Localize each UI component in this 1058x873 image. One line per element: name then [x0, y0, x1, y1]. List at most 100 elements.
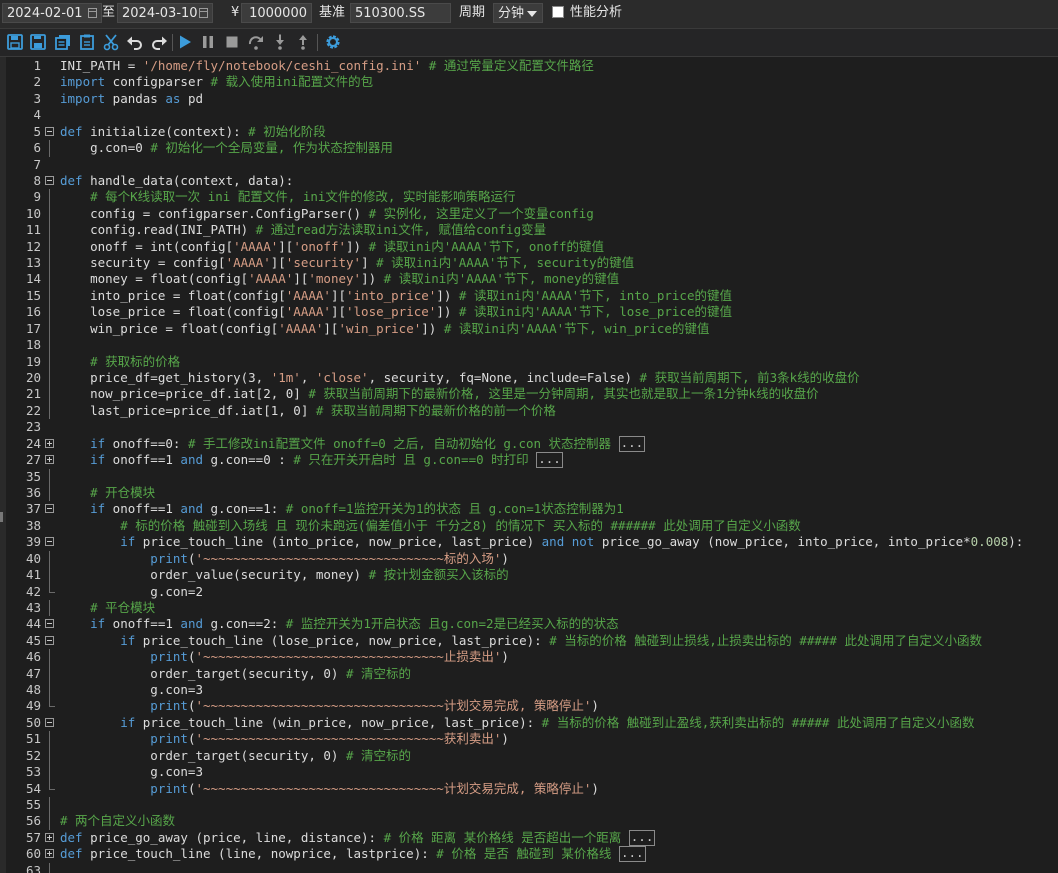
- code-line[interactable]: 7: [0, 157, 1058, 173]
- save-icon[interactable]: [6, 33, 24, 51]
- code-line[interactable]: 6 g.con=0 # 初始化一个全局变量, 作为状态控制器用: [0, 140, 1058, 157]
- calendar-icon[interactable]: [199, 8, 208, 18]
- collapse-icon[interactable]: [45, 619, 54, 629]
- code-token: # 获取当前周期下的最新价格, 这里是一分钟周期, 其实也就是取上一条1分钟k线…: [308, 386, 819, 402]
- code-text: if onoff==1 and g.con==0 : # 只在开关开启时 且 g…: [60, 452, 563, 469]
- undo-icon[interactable]: [126, 33, 144, 51]
- folded-region-marker[interactable]: ...: [618, 846, 646, 863]
- code-line[interactable]: 45 if price_touch_line (lose_price, now_…: [0, 633, 1058, 649]
- code-line[interactable]: 9 # 每个K线读取一次 ini 配置文件, ini文件的修改, 实时能影响策略…: [0, 189, 1058, 206]
- code-line[interactable]: 18: [0, 337, 1058, 354]
- calendar-icon[interactable]: [88, 8, 97, 18]
- code-line[interactable]: 63: [0, 862, 1058, 873]
- code-line[interactable]: 22 last_price=price_df.iat[1, 0] # 获取当前周…: [0, 402, 1058, 420]
- code-line[interactable]: 13 security = config['AAAA']['security']…: [0, 255, 1058, 272]
- code-line[interactable]: 20 price_df=get_history(3, '1m', 'close'…: [0, 370, 1058, 387]
- perf-analysis-checkbox[interactable]: [552, 6, 564, 18]
- code-line[interactable]: 35: [0, 468, 1058, 485]
- benchmark-input[interactable]: 510300.SS: [350, 3, 451, 23]
- code-line[interactable]: 10 config = configparser.ConfigParser() …: [0, 205, 1058, 223]
- end-date-input[interactable]: 2024-03-10: [117, 3, 213, 23]
- code-line[interactable]: 42 g.con=2: [0, 583, 1058, 600]
- code-line[interactable]: 41 order_value(security, money) # 按计划金额买…: [0, 567, 1058, 584]
- code-line[interactable]: 16 lose_price = float(config['AAAA']['lo…: [0, 304, 1058, 321]
- line-number: 3: [33, 90, 41, 106]
- code-line[interactable]: 15 into_price = float(config['AAAA']['in…: [0, 287, 1058, 305]
- capital-input[interactable]: 1000000: [241, 3, 312, 23]
- code-line[interactable]: 46 print('~~~~~~~~~~~~~~~~~~~~~~~~~~~~~~…: [0, 649, 1058, 666]
- code-line[interactable]: 5 def initialize(context): # 初始化阶段: [0, 124, 1058, 140]
- code-line[interactable]: 8 def handle_data(context, data):: [0, 173, 1058, 189]
- code-line[interactable]: 43 # 平仓模块: [0, 599, 1058, 617]
- code-token: as: [165, 90, 181, 106]
- code-line[interactable]: 51 print('~~~~~~~~~~~~~~~~~~~~~~~~~~~~~~…: [0, 731, 1058, 748]
- code-token: # 获取当前周期下, 前3条k线的收盘价: [639, 370, 860, 386]
- code-line[interactable]: 39 if price_touch_line (into_price, now_…: [0, 534, 1058, 550]
- expand-icon[interactable]: [45, 438, 54, 448]
- code-line[interactable]: 44 if onoff==1 and g.con==2: # 监控开关为1开启状…: [0, 616, 1058, 632]
- expand-icon[interactable]: [45, 832, 54, 842]
- code-line[interactable]: 60 def price_touch_line (line, nowprice, …: [0, 846, 1058, 863]
- code-line[interactable]: 1 INI_PATH = '/home/fly/notebook/ceshi_co…: [0, 58, 1058, 74]
- code-line[interactable]: 52 order_target(security, 0) # 清空标的: [0, 747, 1058, 765]
- save-as-icon[interactable]: [29, 33, 47, 51]
- code-line[interactable]: 27 if onoff==1 and g.con==0 : # 只在开关开启时 …: [0, 452, 1058, 469]
- line-number: 38: [25, 517, 41, 533]
- code-line[interactable]: 14 money = float(config['AAAA']['money']…: [0, 271, 1058, 288]
- collapse-icon[interactable]: [45, 537, 54, 547]
- folded-region-marker[interactable]: ...: [628, 829, 656, 846]
- expand-icon[interactable]: [45, 849, 54, 859]
- code-line[interactable]: 50 if price_touch_line (win_price, now_p…: [0, 715, 1058, 731]
- code-token: # 两个自定义小函数: [60, 813, 176, 829]
- copy-icon[interactable]: [54, 33, 72, 51]
- code-line[interactable]: 24 if onoff==0: # 手工修改ini配置文件 onoff=0 之后…: [0, 435, 1058, 452]
- code-line[interactable]: 12 onoff = int(config['AAAA']['onoff']) …: [0, 238, 1058, 256]
- run-icon[interactable]: [176, 33, 194, 51]
- code-line[interactable]: 37 if onoff==1 and g.con==1: # onoff=1监控…: [0, 501, 1058, 517]
- code-line[interactable]: 47 order_target(security, 0) # 清空标的: [0, 665, 1058, 683]
- code-token: import: [60, 74, 106, 90]
- code-line[interactable]: 54 print('~~~~~~~~~~~~~~~~~~~~~~~~~~~~~~…: [0, 780, 1058, 797]
- code-line[interactable]: 21 now_price=price_df.iat[2, 0] # 获取当前周期…: [0, 386, 1058, 403]
- cut-icon[interactable]: [102, 33, 120, 51]
- settings-icon[interactable]: [324, 33, 342, 51]
- code-line[interactable]: 2 import configparser # 载入使用ini配置文件的包: [0, 74, 1058, 90]
- collapse-icon[interactable]: [45, 717, 54, 727]
- code-editor[interactable]: 1 INI_PATH = '/home/fly/notebook/ceshi_co…: [0, 57, 1058, 873]
- code-line[interactable]: 48 g.con=3: [0, 682, 1058, 699]
- paste-icon[interactable]: [78, 33, 96, 51]
- code-line[interactable]: 19 # 获取标的价格: [0, 353, 1058, 371]
- code-line[interactable]: 55: [0, 796, 1058, 814]
- code-line[interactable]: 53 g.con=3: [0, 764, 1058, 781]
- redo-icon[interactable]: [150, 33, 168, 51]
- period-select[interactable]: 分钟: [493, 3, 543, 23]
- collapse-icon[interactable]: [45, 175, 54, 185]
- start-date-input[interactable]: 2024-02-01: [2, 3, 102, 23]
- code-line[interactable]: 56 # 两个自定义小函数: [0, 813, 1058, 830]
- code-line[interactable]: 4: [0, 107, 1058, 123]
- fold-end-marker: [49, 780, 55, 790]
- step-into-icon[interactable]: [271, 33, 289, 51]
- step-out-icon[interactable]: [294, 33, 312, 51]
- code-line[interactable]: 40 print('~~~~~~~~~~~~~~~~~~~~~~~~~~~~~~…: [0, 550, 1058, 568]
- collapse-icon[interactable]: [45, 126, 54, 136]
- code-line[interactable]: 38 # 标的价格 触碰到入场线 且 现价未跑远(偏差值小于 千分之8) 的情况…: [0, 518, 1058, 534]
- code-line[interactable]: 49 print('~~~~~~~~~~~~~~~~~~~~~~~~~~~~~~…: [0, 698, 1058, 714]
- code-line[interactable]: 36 # 开仓模块: [0, 484, 1058, 502]
- code-line[interactable]: 11 config.read(INI_PATH) # 通过read方法读取ini…: [0, 222, 1058, 239]
- step-over-icon[interactable]: [247, 33, 265, 51]
- folded-region-marker[interactable]: ...: [618, 435, 646, 452]
- code-line[interactable]: 17 win_price = float(config['AAAA']['win…: [0, 320, 1058, 338]
- code-token: # 读取ini内'AAAA'节下, security的键值: [376, 255, 635, 271]
- code-line[interactable]: 23: [0, 419, 1058, 435]
- expand-icon[interactable]: [45, 455, 54, 465]
- code-line[interactable]: 57 def price_go_away (price, line, distan…: [0, 829, 1058, 846]
- folded-region-marker[interactable]: ...: [536, 452, 563, 469]
- code-line[interactable]: 3 import pandas as pd: [0, 91, 1058, 107]
- stop-icon[interactable]: [223, 33, 241, 51]
- pause-icon[interactable]: [199, 33, 217, 51]
- collapse-icon[interactable]: [45, 504, 54, 514]
- line-number: 44: [25, 616, 41, 632]
- line-number: 50: [25, 714, 41, 730]
- collapse-icon[interactable]: [45, 635, 54, 645]
